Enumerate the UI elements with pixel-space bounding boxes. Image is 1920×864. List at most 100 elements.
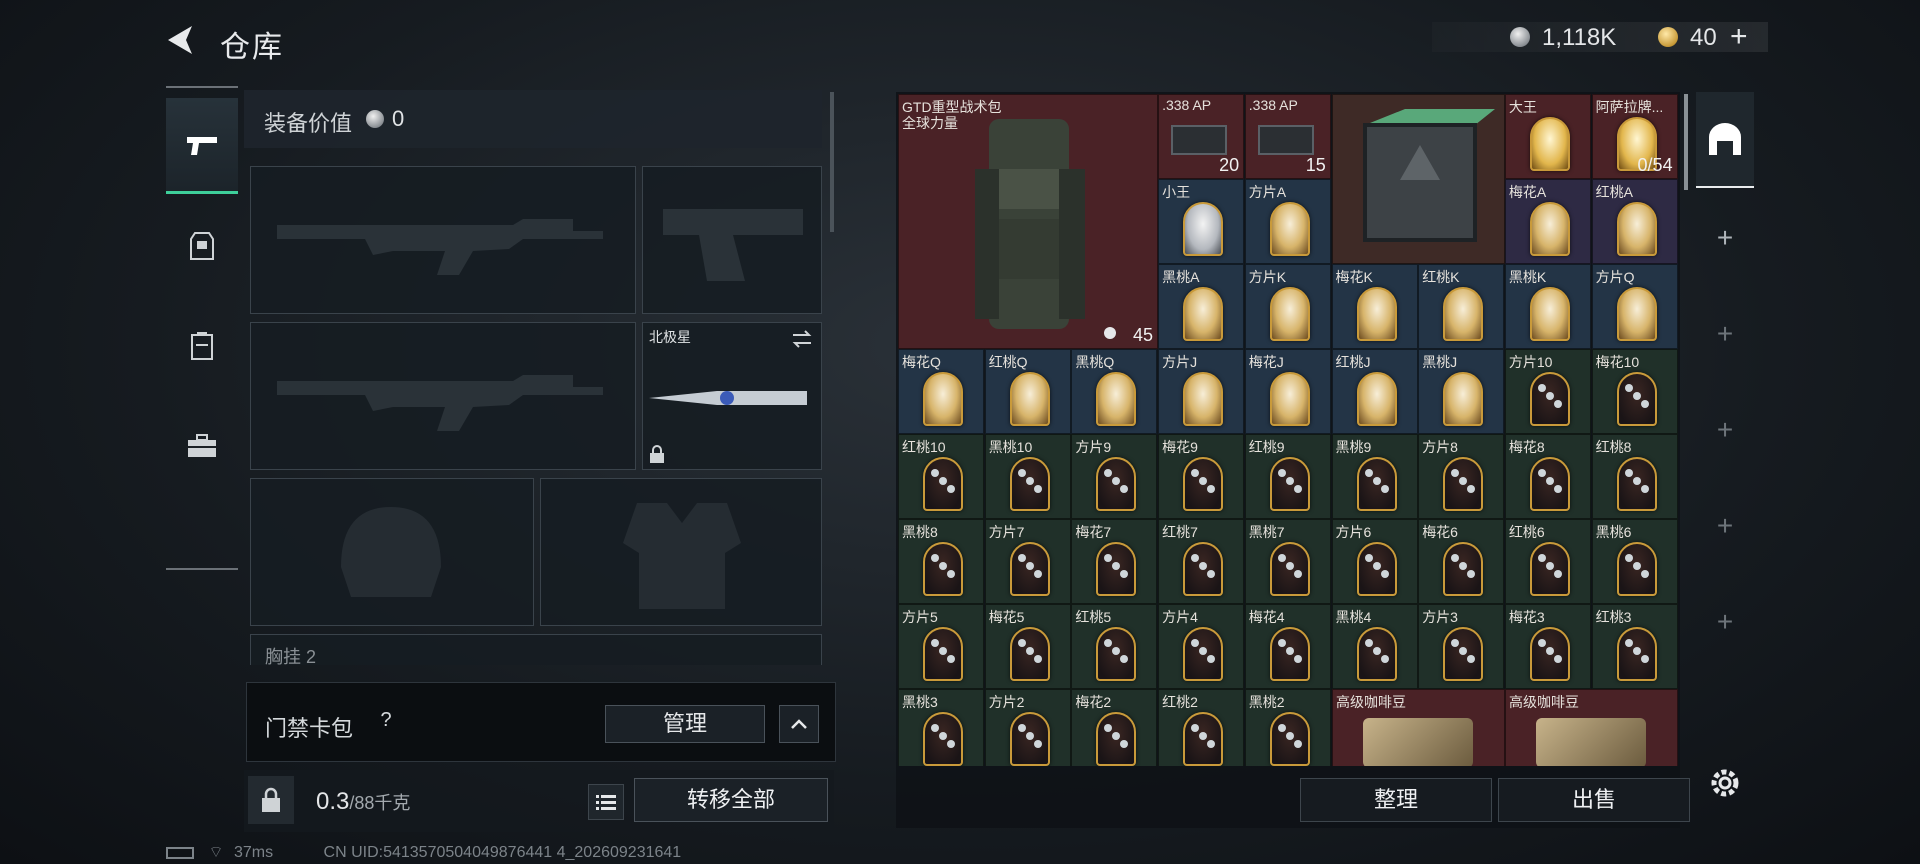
inventory-item[interactable]: 黑桃4 bbox=[1331, 604, 1418, 689]
ammo-box-icon bbox=[1257, 125, 1314, 155]
inventory-item[interactable]: 方片3 bbox=[1418, 604, 1505, 689]
swap-icon[interactable] bbox=[791, 329, 813, 349]
item-name: 黑桃3 bbox=[902, 694, 938, 710]
item-name: 黑桃8 bbox=[902, 524, 938, 540]
inventory-item[interactable]: 红桃6 bbox=[1504, 519, 1591, 604]
inventory-item[interactable]: 阿萨拉牌... 0/54 bbox=[1591, 94, 1678, 179]
tab-case[interactable] bbox=[166, 398, 238, 494]
manage-button[interactable]: 管理 bbox=[605, 705, 765, 743]
inventory-item[interactable]: 小王 bbox=[1158, 179, 1245, 264]
sell-button[interactable]: 出售 bbox=[1498, 778, 1690, 822]
keycard-help-icon[interactable]: ? bbox=[373, 709, 399, 735]
inventory-item[interactable]: 方片4 bbox=[1158, 604, 1245, 689]
tab-helmet-armor[interactable] bbox=[166, 198, 238, 294]
inventory-item[interactable]: 梅花2 bbox=[1071, 689, 1158, 766]
inventory-item[interactable]: 方片2 bbox=[984, 689, 1071, 766]
inventory-item[interactable]: 红桃A bbox=[1591, 179, 1678, 264]
list-view-button[interactable] bbox=[588, 784, 624, 820]
inventory-item[interactable]: 红桃7 bbox=[1158, 519, 1245, 604]
inventory-item[interactable]: 红桃10 bbox=[898, 434, 984, 519]
inventory-item[interactable]: 梅花K bbox=[1331, 264, 1418, 349]
inventory-item[interactable]: 方片K bbox=[1244, 264, 1331, 349]
inventory-item[interactable]: 梅花Q bbox=[898, 349, 984, 434]
inventory-item[interactable]: 红桃2 bbox=[1158, 689, 1245, 766]
inventory-item[interactable]: 黑桃J bbox=[1418, 349, 1505, 434]
transfer-all-button[interactable]: 转移全部 bbox=[634, 778, 828, 822]
helmet-slot[interactable] bbox=[250, 478, 534, 626]
inventory-item[interactable]: 红桃J bbox=[1331, 349, 1418, 434]
inventory-item[interactable]: 梅花J bbox=[1244, 349, 1331, 434]
chest-rig-slot[interactable]: 胸挂 2 bbox=[250, 634, 822, 665]
inventory-item[interactable]: 大王 bbox=[1504, 94, 1591, 179]
backpack-item[interactable]: GTD重型战术包 全球力量 45 bbox=[898, 94, 1158, 349]
inventory-item[interactable]: 梅花6 bbox=[1418, 519, 1505, 604]
inventory-item[interactable]: 黑桃10 bbox=[984, 434, 1071, 519]
playing-card-icon bbox=[1096, 542, 1137, 596]
settings-button[interactable] bbox=[1702, 760, 1748, 806]
item-name: 梅花A bbox=[1508, 184, 1547, 200]
back-button[interactable] bbox=[162, 22, 200, 58]
inventory-item[interactable]: 方片9 bbox=[1071, 434, 1158, 519]
inventory-item[interactable]: 方片8 bbox=[1418, 434, 1505, 519]
inventory-item[interactable]: 红桃5 bbox=[1071, 604, 1158, 689]
inventory-item[interactable]: .338 AP 20 bbox=[1158, 94, 1245, 179]
inventory-item[interactable]: 方片A bbox=[1244, 179, 1331, 264]
tab-weapons[interactable] bbox=[166, 98, 238, 194]
inventory-item[interactable]: 黑桃7 bbox=[1244, 519, 1331, 604]
inventory-item[interactable]: 黑桃K bbox=[1504, 264, 1591, 349]
inventory-item[interactable]: 梅花8 bbox=[1504, 434, 1591, 519]
inventory-item[interactable]: 红桃8 bbox=[1591, 434, 1678, 519]
tab-add-storage-locked[interactable]: + bbox=[1696, 286, 1754, 382]
inventory-item[interactable]: 梅花10 bbox=[1591, 349, 1678, 434]
add-gold-button[interactable]: + bbox=[1730, 20, 1748, 54]
inventory-item[interactable]: 方片J bbox=[1158, 349, 1245, 434]
inventory-item[interactable]: 梅花5 bbox=[984, 604, 1071, 689]
collapse-button[interactable] bbox=[779, 705, 819, 743]
inventory-item[interactable]: 黑桃9 bbox=[1331, 434, 1418, 519]
inventory-item[interactable]: 黑桃A bbox=[1158, 264, 1245, 349]
inventory-item[interactable]: 梅花A bbox=[1504, 179, 1591, 264]
coffee-bean-item[interactable]: 高级咖啡豆 bbox=[1505, 689, 1678, 766]
playing-card-icon bbox=[1356, 457, 1397, 511]
inventory-item[interactable]: 梅花7 bbox=[1071, 519, 1158, 604]
inventory-item[interactable]: 方片Q bbox=[1591, 264, 1678, 349]
storage-icon bbox=[1709, 123, 1741, 155]
inventory-item[interactable]: 方片10 bbox=[1504, 349, 1591, 434]
item-name: .338 AP bbox=[1162, 97, 1212, 113]
tab-add-storage-locked[interactable]: + bbox=[1696, 478, 1754, 574]
secondary-weapon-slot[interactable] bbox=[250, 322, 636, 470]
capacity-bar: 0.3/88千克 转移全部 bbox=[244, 770, 834, 832]
inventory-item[interactable]: 方片7 bbox=[984, 519, 1071, 604]
inventory-item[interactable]: 黑桃6 bbox=[1591, 519, 1678, 604]
inventory-item[interactable]: 黑桃2 bbox=[1244, 689, 1331, 766]
inventory-item[interactable]: 方片6 bbox=[1331, 519, 1418, 604]
inventory-item[interactable]: 黑桃3 bbox=[898, 689, 984, 766]
inventory-item[interactable]: 黑桃8 bbox=[898, 519, 984, 604]
melee-slot[interactable]: 北极星 bbox=[642, 322, 822, 470]
tab-add-storage[interactable]: + bbox=[1696, 190, 1754, 286]
inventory-scrollbar[interactable] bbox=[1684, 94, 1688, 190]
inventory-item[interactable]: .338 AP 15 bbox=[1244, 94, 1331, 179]
inventory-item[interactable]: 方片5 bbox=[898, 604, 984, 689]
inventory-item[interactable]: 梅花9 bbox=[1158, 434, 1245, 519]
armor-slot[interactable] bbox=[540, 478, 822, 626]
inventory-item[interactable]: 梅花4 bbox=[1244, 604, 1331, 689]
inventory-item[interactable]: 红桃Q bbox=[984, 349, 1071, 434]
crate-item[interactable] bbox=[1332, 94, 1505, 264]
playing-card-icon bbox=[1356, 627, 1397, 681]
inventory-item[interactable]: 红桃K bbox=[1418, 264, 1505, 349]
tab-add-storage-locked[interactable]: + bbox=[1696, 574, 1754, 670]
inventory-item[interactable]: 黑桃Q bbox=[1071, 349, 1158, 434]
sidearm-slot[interactable] bbox=[642, 166, 822, 314]
equipment-scrollbar[interactable] bbox=[830, 92, 834, 232]
inventory-item[interactable]: 梅花3 bbox=[1504, 604, 1591, 689]
primary-weapon-slot[interactable] bbox=[250, 166, 636, 314]
coffee-bean-item[interactable]: 高级咖啡豆 bbox=[1332, 689, 1505, 766]
inventory-item[interactable]: 红桃3 bbox=[1591, 604, 1678, 689]
sort-button[interactable]: 整理 bbox=[1300, 778, 1492, 822]
tab-storage-main[interactable] bbox=[1696, 92, 1754, 188]
tab-add-storage-locked[interactable]: + bbox=[1696, 382, 1754, 478]
tab-backpack[interactable] bbox=[166, 298, 238, 394]
inventory-item[interactable]: 红桃9 bbox=[1244, 434, 1331, 519]
chest-rig-label: 胸挂 2 bbox=[265, 647, 317, 665]
